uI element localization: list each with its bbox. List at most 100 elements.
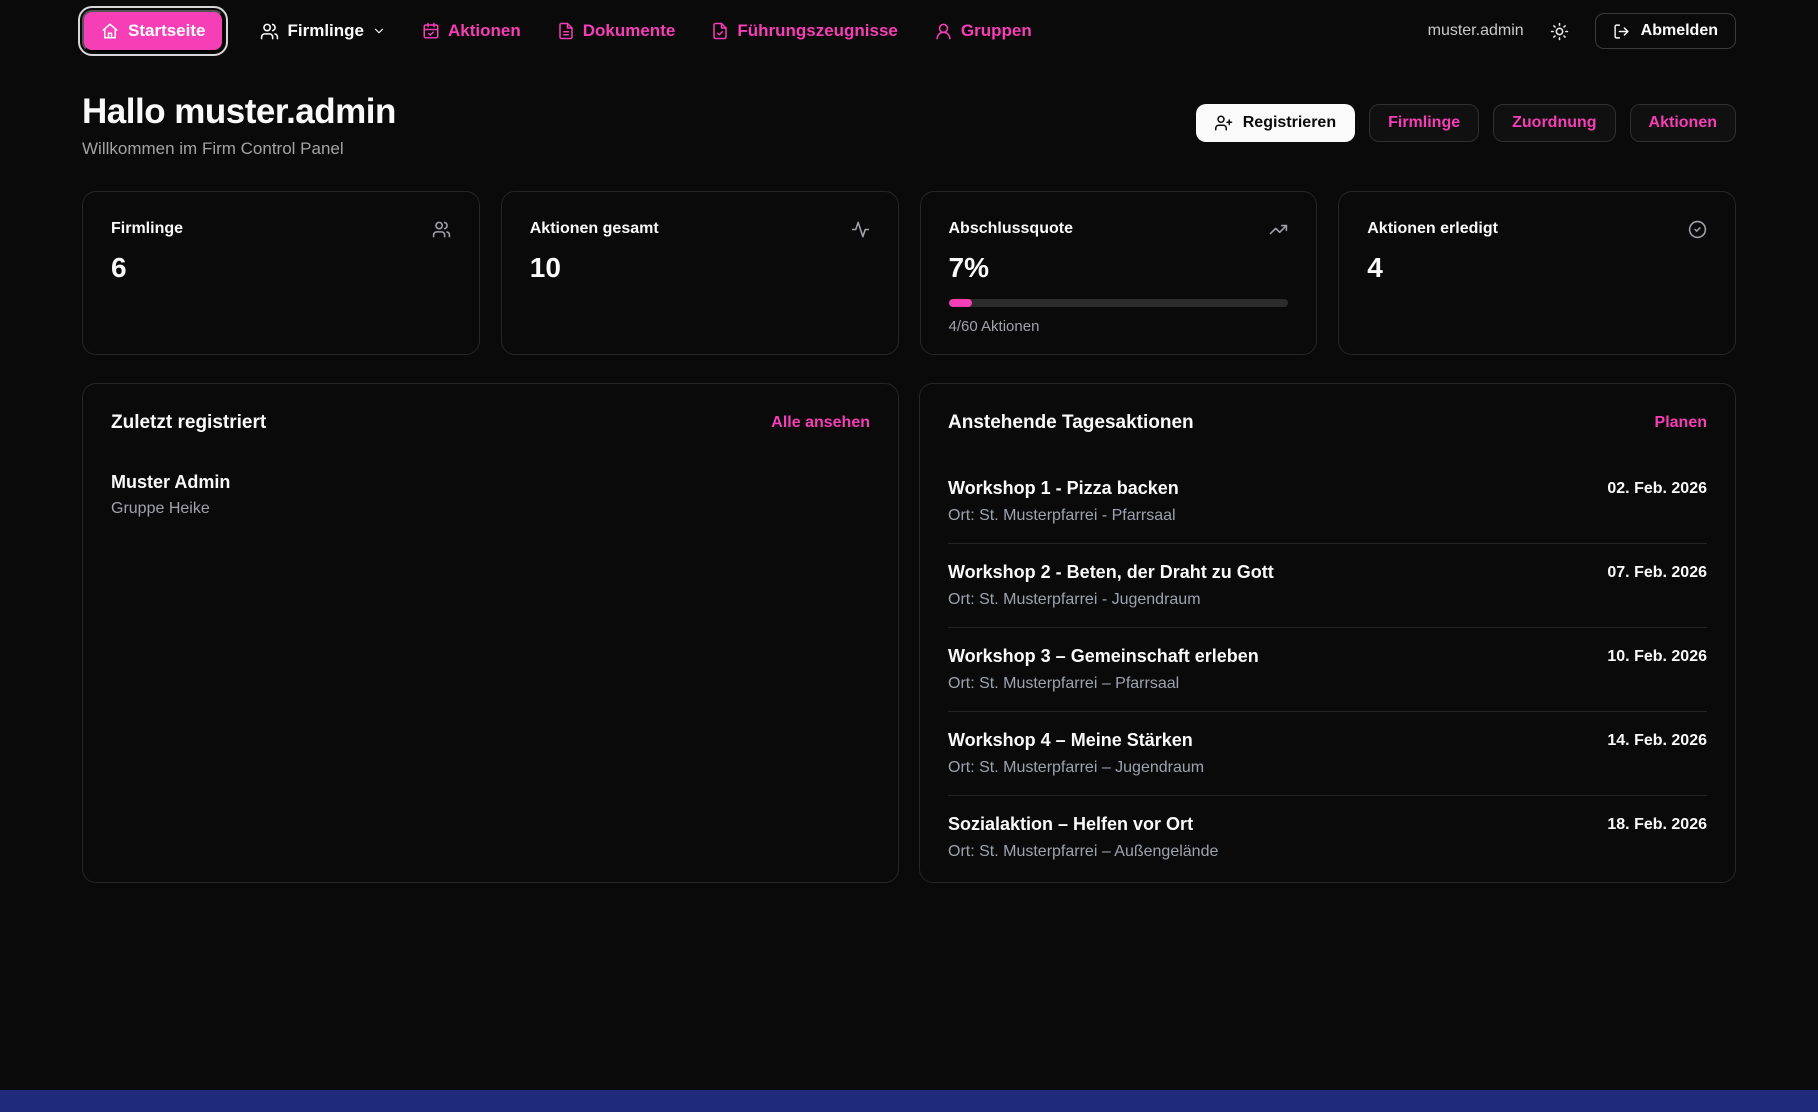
event-list-item[interactable]: Sozialaktion – Helfen vor Ort Ort: St. M… bbox=[948, 796, 1707, 879]
nav-right: muster.admin Abmelden bbox=[1428, 13, 1736, 49]
theme-toggle-button[interactable] bbox=[1546, 18, 1573, 45]
nav-item-label: Gruppen bbox=[961, 21, 1032, 41]
nav-item-label: Startseite bbox=[128, 21, 205, 41]
activity-icon bbox=[851, 220, 870, 239]
event-list-item[interactable]: Workshop 2 - Beten, der Draht zu Gott Or… bbox=[948, 544, 1707, 628]
nav-item-startseite[interactable]: Startseite bbox=[82, 10, 224, 52]
panel-title: Anstehende Tagesaktionen bbox=[948, 412, 1194, 434]
event-location: Ort: St. Musterpfarrei – Pfarrsaal bbox=[948, 675, 1259, 693]
trending-up-icon bbox=[1269, 220, 1288, 239]
file-check-icon bbox=[711, 22, 729, 40]
stat-card-head: Aktionen erledigt bbox=[1367, 220, 1707, 239]
calendar-check-icon bbox=[422, 22, 440, 40]
nav-item-gruppen[interactable]: Gruppen bbox=[934, 21, 1032, 41]
registered-group: Gruppe Heike bbox=[111, 500, 870, 518]
upcoming-actions-panel: Anstehende Tagesaktionen Planen Workshop… bbox=[919, 383, 1736, 883]
nav-item-firmlinge[interactable]: Firmlinge bbox=[260, 21, 386, 41]
stat-label: Aktionen gesamt bbox=[530, 220, 659, 238]
event-location: Ort: St. Musterpfarrei – Außengelände bbox=[948, 843, 1218, 861]
nav-item-label: Dokumente bbox=[583, 21, 676, 41]
zuordnung-button[interactable]: Zuordnung bbox=[1493, 104, 1615, 142]
event-info: Workshop 1 - Pizza backen Ort: St. Muste… bbox=[948, 478, 1179, 525]
event-title: Workshop 4 – Meine Stärken bbox=[948, 730, 1204, 751]
register-button-label: Registrieren bbox=[1243, 114, 1336, 132]
stat-value: 10 bbox=[530, 252, 870, 284]
stat-card-aktionen-gesamt: Aktionen gesamt 10 bbox=[501, 191, 899, 355]
event-list-item[interactable]: Workshop 4 – Meine Stärken Ort: St. Must… bbox=[948, 712, 1707, 796]
firmlinge-button[interactable]: Firmlinge bbox=[1369, 104, 1479, 142]
footer-bar bbox=[0, 1090, 1818, 1112]
event-list-item[interactable]: Workshop 3 – Gemeinschaft erleben Ort: S… bbox=[948, 628, 1707, 712]
nav-item-label: Firmlinge bbox=[287, 21, 364, 41]
registered-list-item[interactable]: Muster Admin Gruppe Heike bbox=[111, 472, 870, 518]
event-title: Workshop 3 – Gemeinschaft erleben bbox=[948, 646, 1259, 667]
logout-label: Abmelden bbox=[1641, 22, 1718, 40]
event-date: 02. Feb. 2026 bbox=[1607, 478, 1707, 498]
nav-item-aktionen[interactable]: Aktionen bbox=[422, 21, 521, 41]
nav-item-label: Aktionen bbox=[448, 21, 521, 41]
nav-item-label: Führungszeugnisse bbox=[737, 21, 898, 41]
event-info: Workshop 2 - Beten, der Draht zu Gott Or… bbox=[948, 562, 1274, 609]
stat-caption: 4/60 Aktionen bbox=[949, 318, 1289, 335]
view-all-link[interactable]: Alle ansehen bbox=[771, 414, 870, 432]
stat-card-head: Firmlinge bbox=[111, 220, 451, 239]
event-info: Workshop 3 – Gemeinschaft erleben Ort: S… bbox=[948, 646, 1259, 693]
stat-value: 4 bbox=[1367, 252, 1707, 284]
nav-item-fuehrungszeugnisse[interactable]: Führungszeugnisse bbox=[711, 21, 898, 41]
event-date: 18. Feb. 2026 bbox=[1607, 814, 1707, 834]
user-plus-icon bbox=[1215, 114, 1233, 132]
page-title: Hallo muster.admin bbox=[82, 92, 396, 132]
logout-icon bbox=[1613, 23, 1630, 40]
page-subtitle: Willkommen im Firm Control Panel bbox=[82, 139, 396, 159]
completion-progress-bar bbox=[949, 299, 1289, 307]
panel-title: Zuletzt registriert bbox=[111, 412, 266, 434]
registered-name: Muster Admin bbox=[111, 472, 870, 493]
user-icon bbox=[934, 22, 953, 41]
chevron-down-icon bbox=[372, 24, 386, 38]
event-date: 07. Feb. 2026 bbox=[1607, 562, 1707, 582]
stat-label: Firmlinge bbox=[111, 220, 183, 238]
top-navbar: Startseite Firmlinge Aktionen Dokumente bbox=[0, 0, 1818, 62]
greeting-block: Hallo muster.admin Willkommen im Firm Co… bbox=[82, 92, 396, 159]
circle-check-icon bbox=[1688, 220, 1707, 239]
event-title: Sozialaktion – Helfen vor Ort bbox=[948, 814, 1218, 835]
nav-item-dokumente[interactable]: Dokumente bbox=[557, 21, 676, 41]
completion-progress-fill bbox=[949, 299, 973, 307]
event-info: Workshop 4 – Meine Stärken Ort: St. Must… bbox=[948, 730, 1204, 777]
stat-label: Aktionen erledigt bbox=[1367, 220, 1498, 238]
users-icon bbox=[260, 22, 279, 41]
sun-icon bbox=[1550, 22, 1569, 41]
header-actions: Registrieren Firmlinge Zuordnung Aktione… bbox=[1196, 104, 1736, 142]
register-button[interactable]: Registrieren bbox=[1196, 104, 1355, 142]
event-location: Ort: St. Musterpfarrei – Jugendraum bbox=[948, 759, 1204, 777]
stat-label: Abschlussquote bbox=[949, 220, 1073, 238]
event-location: Ort: St. Musterpfarrei - Pfarrsaal bbox=[948, 507, 1179, 525]
file-icon bbox=[557, 22, 575, 40]
nav-links: Startseite Firmlinge Aktionen Dokumente bbox=[82, 10, 1428, 52]
recent-registered-panel: Zuletzt registriert Alle ansehen Muster … bbox=[82, 383, 899, 883]
page-header: Hallo muster.admin Willkommen im Firm Co… bbox=[82, 92, 1736, 159]
logout-button[interactable]: Abmelden bbox=[1595, 13, 1736, 49]
event-date: 10. Feb. 2026 bbox=[1607, 646, 1707, 666]
event-list-item[interactable]: Workshop 1 - Pizza backen Ort: St. Muste… bbox=[948, 460, 1707, 544]
aktionen-button[interactable]: Aktionen bbox=[1630, 104, 1736, 142]
stat-value: 6 bbox=[111, 252, 451, 284]
stat-value: 7% bbox=[949, 252, 1289, 284]
main-content: Hallo muster.admin Willkommen im Firm Co… bbox=[0, 62, 1818, 883]
panel-head: Anstehende Tagesaktionen Planen bbox=[948, 412, 1707, 434]
event-info: Sozialaktion – Helfen vor Ort Ort: St. M… bbox=[948, 814, 1218, 861]
event-date: 14. Feb. 2026 bbox=[1607, 730, 1707, 750]
stats-row: Firmlinge 6 Aktionen gesamt 10 Abschluss… bbox=[82, 191, 1736, 355]
plan-link[interactable]: Planen bbox=[1655, 414, 1707, 432]
home-icon bbox=[101, 22, 119, 40]
event-title: Workshop 1 - Pizza backen bbox=[948, 478, 1179, 499]
stat-card-head: Abschlussquote bbox=[949, 220, 1289, 239]
event-location: Ort: St. Musterpfarrei - Jugendraum bbox=[948, 591, 1274, 609]
event-title: Workshop 2 - Beten, der Draht zu Gott bbox=[948, 562, 1274, 583]
registered-list: Muster Admin Gruppe Heike bbox=[111, 472, 870, 518]
event-list: Workshop 1 - Pizza backen Ort: St. Muste… bbox=[948, 460, 1707, 879]
stat-card-aktionen-erledigt: Aktionen erledigt 4 bbox=[1338, 191, 1736, 355]
current-username: muster.admin bbox=[1428, 22, 1524, 40]
stat-card-abschlussquote: Abschlussquote 7% 4/60 Aktionen bbox=[920, 191, 1318, 355]
stat-card-firmlinge: Firmlinge 6 bbox=[82, 191, 480, 355]
